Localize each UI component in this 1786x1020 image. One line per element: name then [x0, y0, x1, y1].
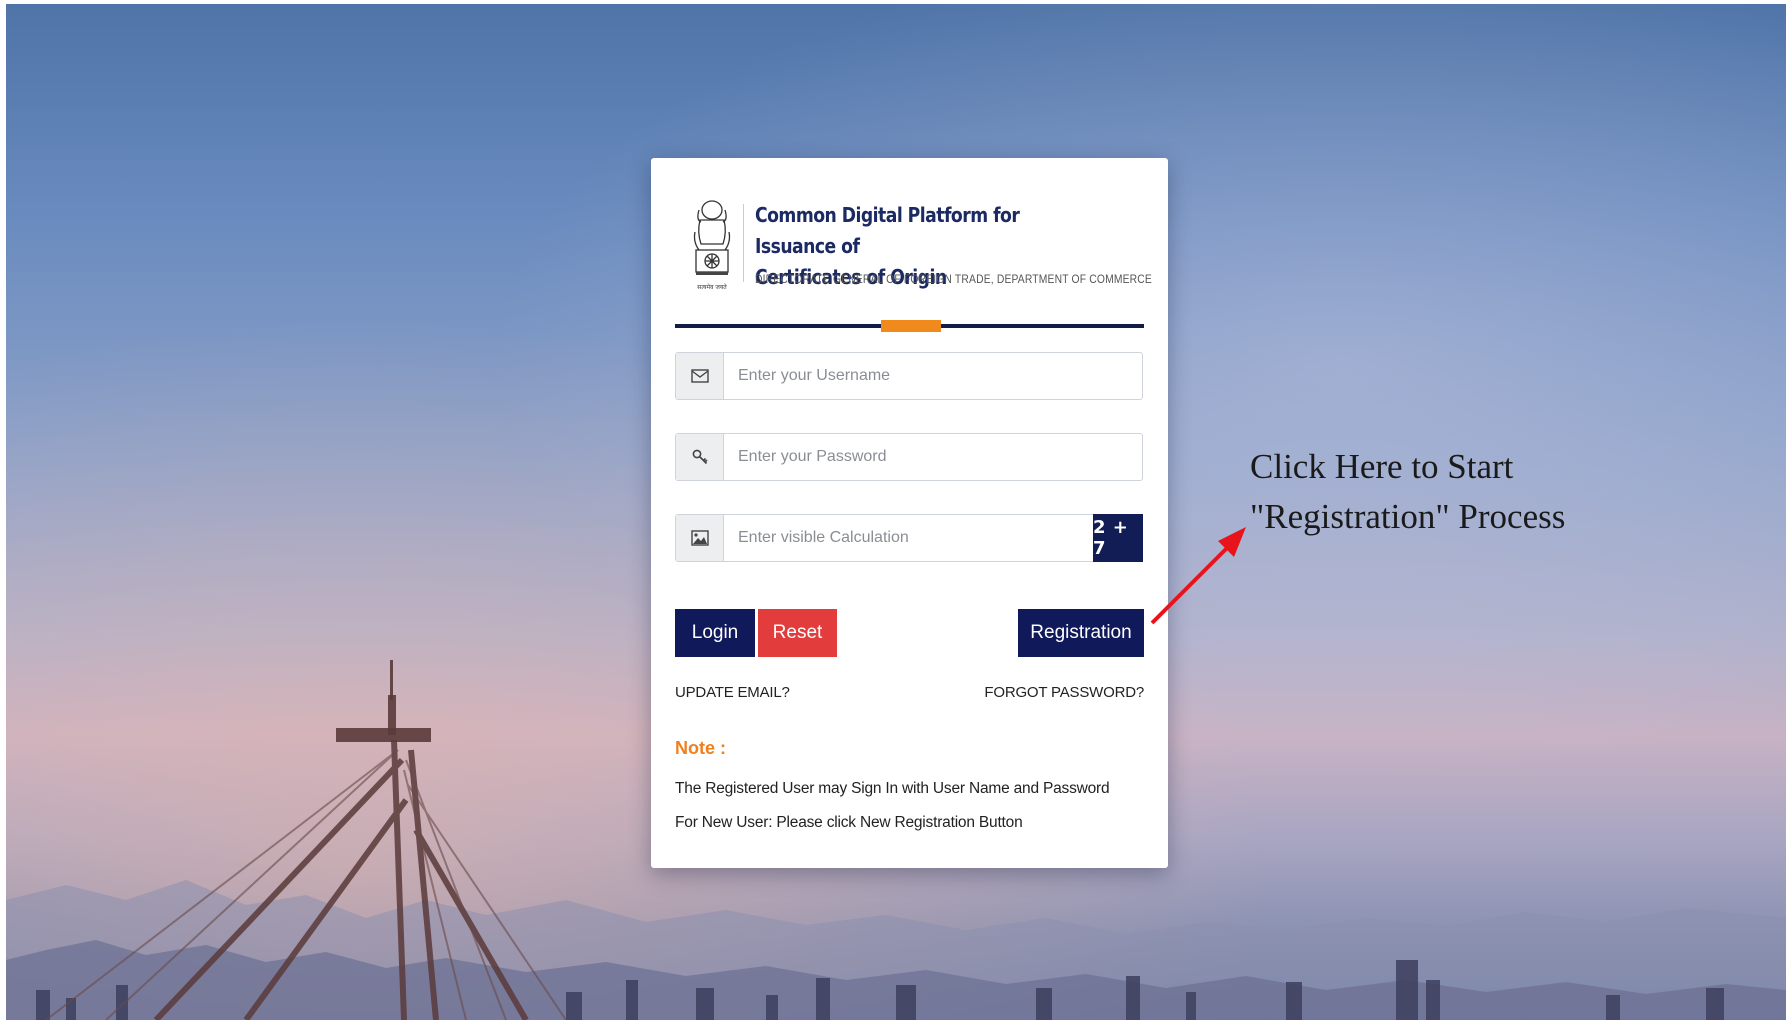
note-line: For New User: Please click New Registrat… — [675, 814, 1023, 831]
emblem-caption: सत्यमेव जयते — [697, 283, 727, 291]
annotation-line-1: Click Here to Start — [1250, 447, 1514, 486]
forgot-password-link[interactable]: FORGOT PASSWORD? — [984, 684, 1144, 701]
password-input[interactable] — [724, 434, 1134, 480]
captcha-input[interactable] — [724, 515, 1084, 561]
registration-button[interactable]: Registration — [1018, 609, 1144, 657]
header-separator — [743, 204, 744, 282]
annotation-arrow-icon — [1150, 527, 1246, 625]
password-addon — [676, 434, 724, 480]
envelope-icon — [690, 369, 709, 383]
key-icon — [692, 449, 708, 465]
note-line: The Registered User may Sign In with Use… — [675, 780, 1110, 797]
registration-annotation: Click Here to Start "Registration" Proce… — [1250, 442, 1650, 542]
captcha-field: 2 + 7 — [675, 514, 1143, 562]
username-field — [675, 352, 1143, 400]
national-emblem-icon: सत्यमेव जयते — [693, 200, 731, 291]
page-title-line-1: Common Digital Platform for Issuance of — [755, 203, 1020, 258]
captcha-addon — [676, 515, 724, 561]
divider-accent — [881, 320, 941, 332]
login-button[interactable]: Login — [675, 609, 755, 657]
username-input[interactable] — [724, 353, 1134, 399]
username-addon — [676, 353, 724, 399]
login-card: सत्यमेव जयते Common Digital Platform for… — [651, 158, 1168, 868]
reset-button[interactable]: Reset — [758, 609, 837, 657]
image-icon — [690, 530, 709, 546]
update-email-link[interactable]: UPDATE EMAIL? — [675, 684, 790, 701]
captcha-expression: 2 + 7 — [1093, 514, 1143, 562]
page-subtitle: DIRECTORATE GENERAL OF FOREIGN TRADE, DE… — [755, 272, 1152, 286]
password-field — [675, 433, 1143, 481]
annotation-line-2: "Registration" Process — [1250, 497, 1566, 536]
note-label: Note : — [675, 738, 726, 758]
